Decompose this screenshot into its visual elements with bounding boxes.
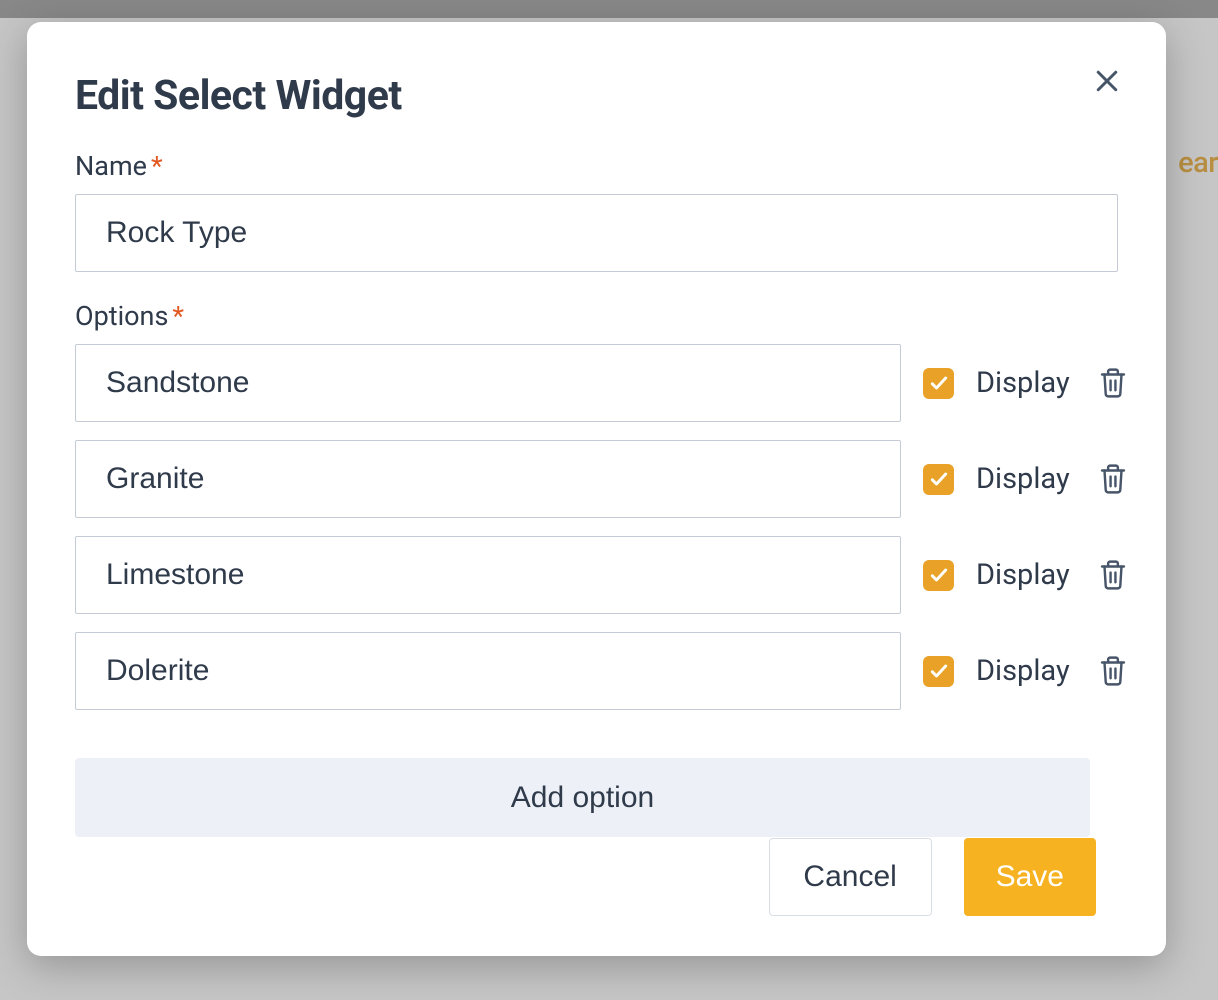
display-checkbox[interactable]: [923, 464, 954, 495]
check-icon: [929, 565, 949, 585]
required-indicator: *: [151, 150, 163, 182]
cancel-button[interactable]: Cancel: [769, 838, 932, 916]
option-input[interactable]: [75, 344, 901, 422]
check-icon: [929, 373, 949, 393]
options-label-text: Options: [75, 300, 168, 332]
display-checkbox[interactable]: [923, 368, 954, 399]
modal-header: Edit Select Widget: [75, 72, 1118, 120]
delete-option-button[interactable]: [1096, 364, 1130, 402]
check-icon: [929, 661, 949, 681]
display-label: Display: [976, 558, 1070, 592]
delete-option-button[interactable]: [1096, 460, 1130, 498]
name-input[interactable]: [75, 194, 1118, 272]
modal-footer: Cancel Save: [75, 838, 1118, 916]
close-icon: [1092, 66, 1122, 96]
options-label: Options*: [75, 300, 1118, 332]
trash-icon: [1098, 462, 1128, 496]
name-field-section: Name*: [75, 150, 1118, 272]
trash-icon: [1098, 366, 1128, 400]
option-input[interactable]: [75, 440, 901, 518]
modal-title: Edit Select Widget: [75, 72, 402, 120]
option-input[interactable]: [75, 536, 901, 614]
close-button[interactable]: [1088, 62, 1126, 100]
option-input[interactable]: [75, 632, 901, 710]
display-checkbox[interactable]: [923, 656, 954, 687]
option-row: Display: [75, 632, 1118, 710]
add-option-button[interactable]: Add option: [75, 758, 1090, 837]
display-checkbox[interactable]: [923, 560, 954, 591]
required-indicator: *: [172, 300, 184, 332]
edit-select-widget-modal: Edit Select Widget Name* Options* Displa…: [27, 22, 1166, 956]
trash-icon: [1098, 654, 1128, 688]
name-label: Name*: [75, 150, 1118, 182]
check-icon: [929, 469, 949, 489]
display-label: Display: [976, 462, 1070, 496]
option-row: Display: [75, 344, 1118, 422]
delete-option-button[interactable]: [1096, 652, 1130, 690]
trash-icon: [1098, 558, 1128, 592]
option-row: Display: [75, 440, 1118, 518]
delete-option-button[interactable]: [1096, 556, 1130, 594]
options-list: Display Display: [75, 344, 1118, 710]
options-section: Options* Display: [75, 300, 1118, 837]
save-button[interactable]: Save: [964, 838, 1096, 916]
option-row: Display: [75, 536, 1118, 614]
display-label: Display: [976, 366, 1070, 400]
display-label: Display: [976, 654, 1070, 688]
name-label-text: Name: [75, 150, 147, 182]
